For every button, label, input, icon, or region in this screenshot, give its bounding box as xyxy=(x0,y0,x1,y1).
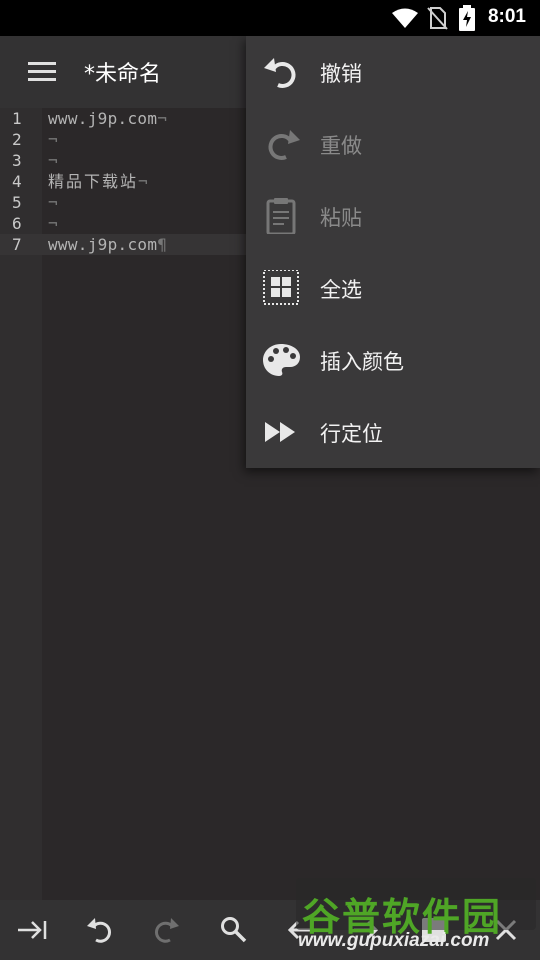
line-text[interactable]: www.j9p.com¬ xyxy=(48,108,167,129)
watermark: 谷普软件园 www.gupuxiazai.com xyxy=(294,874,540,960)
line-number: 6 xyxy=(12,214,22,233)
search-icon[interactable] xyxy=(218,914,250,946)
select-all-icon xyxy=(263,270,299,305)
watermark-url: www.gupuxiazai.com xyxy=(298,930,490,951)
menu-item-redo[interactable]: 重做 xyxy=(246,108,540,180)
hamburger-menu-icon[interactable] xyxy=(22,56,62,88)
wifi-icon xyxy=(392,8,418,28)
menu-item-label: 撤销 xyxy=(320,62,362,86)
status-bar: 8:01 xyxy=(0,0,540,36)
battery-charging-icon xyxy=(459,5,475,31)
redo-icon xyxy=(268,130,300,160)
line-number: 2 xyxy=(12,130,22,149)
line-number: 4 xyxy=(12,172,22,191)
no-sim-icon xyxy=(427,7,448,30)
menu-item-goto-line[interactable]: 行定位 xyxy=(246,396,540,468)
menu-item-paste[interactable]: 粘贴 xyxy=(246,180,540,252)
status-time: 8:01 xyxy=(487,6,526,27)
menu-item-label: 重做 xyxy=(320,134,362,158)
clipboard-icon xyxy=(266,198,296,234)
watermark-logo: 谷普软件园 xyxy=(296,878,536,939)
line-text[interactable]: www.j9p.com¶ xyxy=(48,234,167,255)
menu-item-label: 行定位 xyxy=(320,422,383,446)
undo-icon[interactable] xyxy=(84,914,116,946)
menu-item-label: 插入颜色 xyxy=(320,350,404,374)
line-number: 5 xyxy=(12,193,22,212)
line-number: 1 xyxy=(12,109,22,128)
line-text[interactable]: ¬ xyxy=(48,150,58,171)
menu-item-insert-color[interactable]: 插入颜色 xyxy=(246,324,540,396)
palette-icon xyxy=(263,344,300,376)
line-text[interactable]: ¬ xyxy=(48,192,58,213)
menu-item-label: 粘贴 xyxy=(320,206,362,230)
fast-forward-icon xyxy=(265,422,295,442)
menu-item-label: 全选 xyxy=(320,278,362,302)
document-title: *未命名 xyxy=(84,62,162,87)
tab-icon[interactable] xyxy=(16,914,48,946)
line-text[interactable]: 精品下载站¬ xyxy=(48,171,150,192)
line-number: 3 xyxy=(12,151,22,170)
undo-icon xyxy=(264,58,296,88)
redo-icon[interactable] xyxy=(150,914,182,946)
line-text[interactable]: ¬ xyxy=(48,213,58,234)
menu-item-undo[interactable]: 撤销 xyxy=(246,36,540,108)
line-text[interactable]: ¬ xyxy=(48,129,58,150)
overflow-menu: 撤销 重做 粘贴 全选 插入颜色 行定位 xyxy=(246,36,540,468)
line-number: 7 xyxy=(12,235,22,254)
menu-item-select-all[interactable]: 全选 xyxy=(246,252,540,324)
